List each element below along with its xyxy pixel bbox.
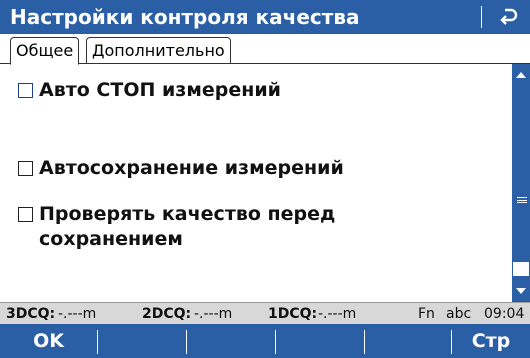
tab-bar: Общее Дополнительно xyxy=(0,34,530,65)
tab-general[interactable]: Общее xyxy=(10,37,80,65)
f5-button[interactable] xyxy=(365,324,451,358)
fn-indicator: Fn xyxy=(418,306,435,322)
dcq1-value: -.---m xyxy=(318,306,357,322)
auto-stop-label: Авто СТОП измерений xyxy=(39,79,281,101)
page-title: Настройки контроля качества xyxy=(10,5,360,29)
option-auto-stop[interactable]: Авто СТОП измерений xyxy=(18,78,281,103)
f1-ok-button[interactable]: OK xyxy=(0,324,97,358)
f4-button[interactable] xyxy=(276,324,364,358)
check-quality-label-line1: Проверять качество перед xyxy=(39,203,336,225)
scroll-up-icon[interactable] xyxy=(512,64,530,86)
option-autosave[interactable]: Автосохранение измерений xyxy=(18,156,344,181)
f2-button[interactable] xyxy=(98,324,186,358)
scrollbar[interactable] xyxy=(512,64,530,302)
dcq1-key: 1DCQ: xyxy=(268,306,318,322)
input-mode-indicator: abc xyxy=(446,306,472,322)
check-quality-checkbox[interactable] xyxy=(18,207,33,222)
option-check-quality[interactable]: Проверять качество перед сохранением xyxy=(18,202,335,252)
auto-stop-checkbox[interactable] xyxy=(18,83,33,98)
autosave-label: Автосохранение измерений xyxy=(39,157,344,179)
dcq2-key: 2DCQ: xyxy=(142,306,192,322)
dcq3-key: 3DCQ: xyxy=(6,306,56,322)
options-panel: Авто СТОП измерений Автосохранение измер… xyxy=(0,64,512,302)
clock: 09:04 xyxy=(484,306,525,322)
scroll-thumb[interactable] xyxy=(513,88,529,278)
scroll-track[interactable] xyxy=(513,262,529,276)
autosave-checkbox[interactable] xyxy=(18,161,33,176)
return-arrow-icon[interactable] xyxy=(492,0,526,34)
tab-advanced[interactable]: Дополнительно xyxy=(86,37,231,64)
check-quality-label: Проверять качество перед сохранением xyxy=(39,202,335,252)
scroll-down-icon[interactable] xyxy=(512,280,530,302)
dcq2-value: -.---m xyxy=(194,306,233,322)
f3-button[interactable] xyxy=(187,324,275,358)
check-quality-label-line2: сохранением xyxy=(39,228,183,250)
softkey-bar: OK Стр xyxy=(0,324,530,358)
dcq3-value: -.---m xyxy=(58,306,97,322)
status-bar: 3DCQ: -.---m 2DCQ: -.---m 1DCQ: -.---m F… xyxy=(0,302,530,324)
title-separator xyxy=(481,6,482,28)
scroll-grip-icon xyxy=(517,197,527,203)
f6-page-button[interactable]: Стр xyxy=(452,324,530,358)
title-bar: Настройки контроля качества xyxy=(0,0,530,34)
